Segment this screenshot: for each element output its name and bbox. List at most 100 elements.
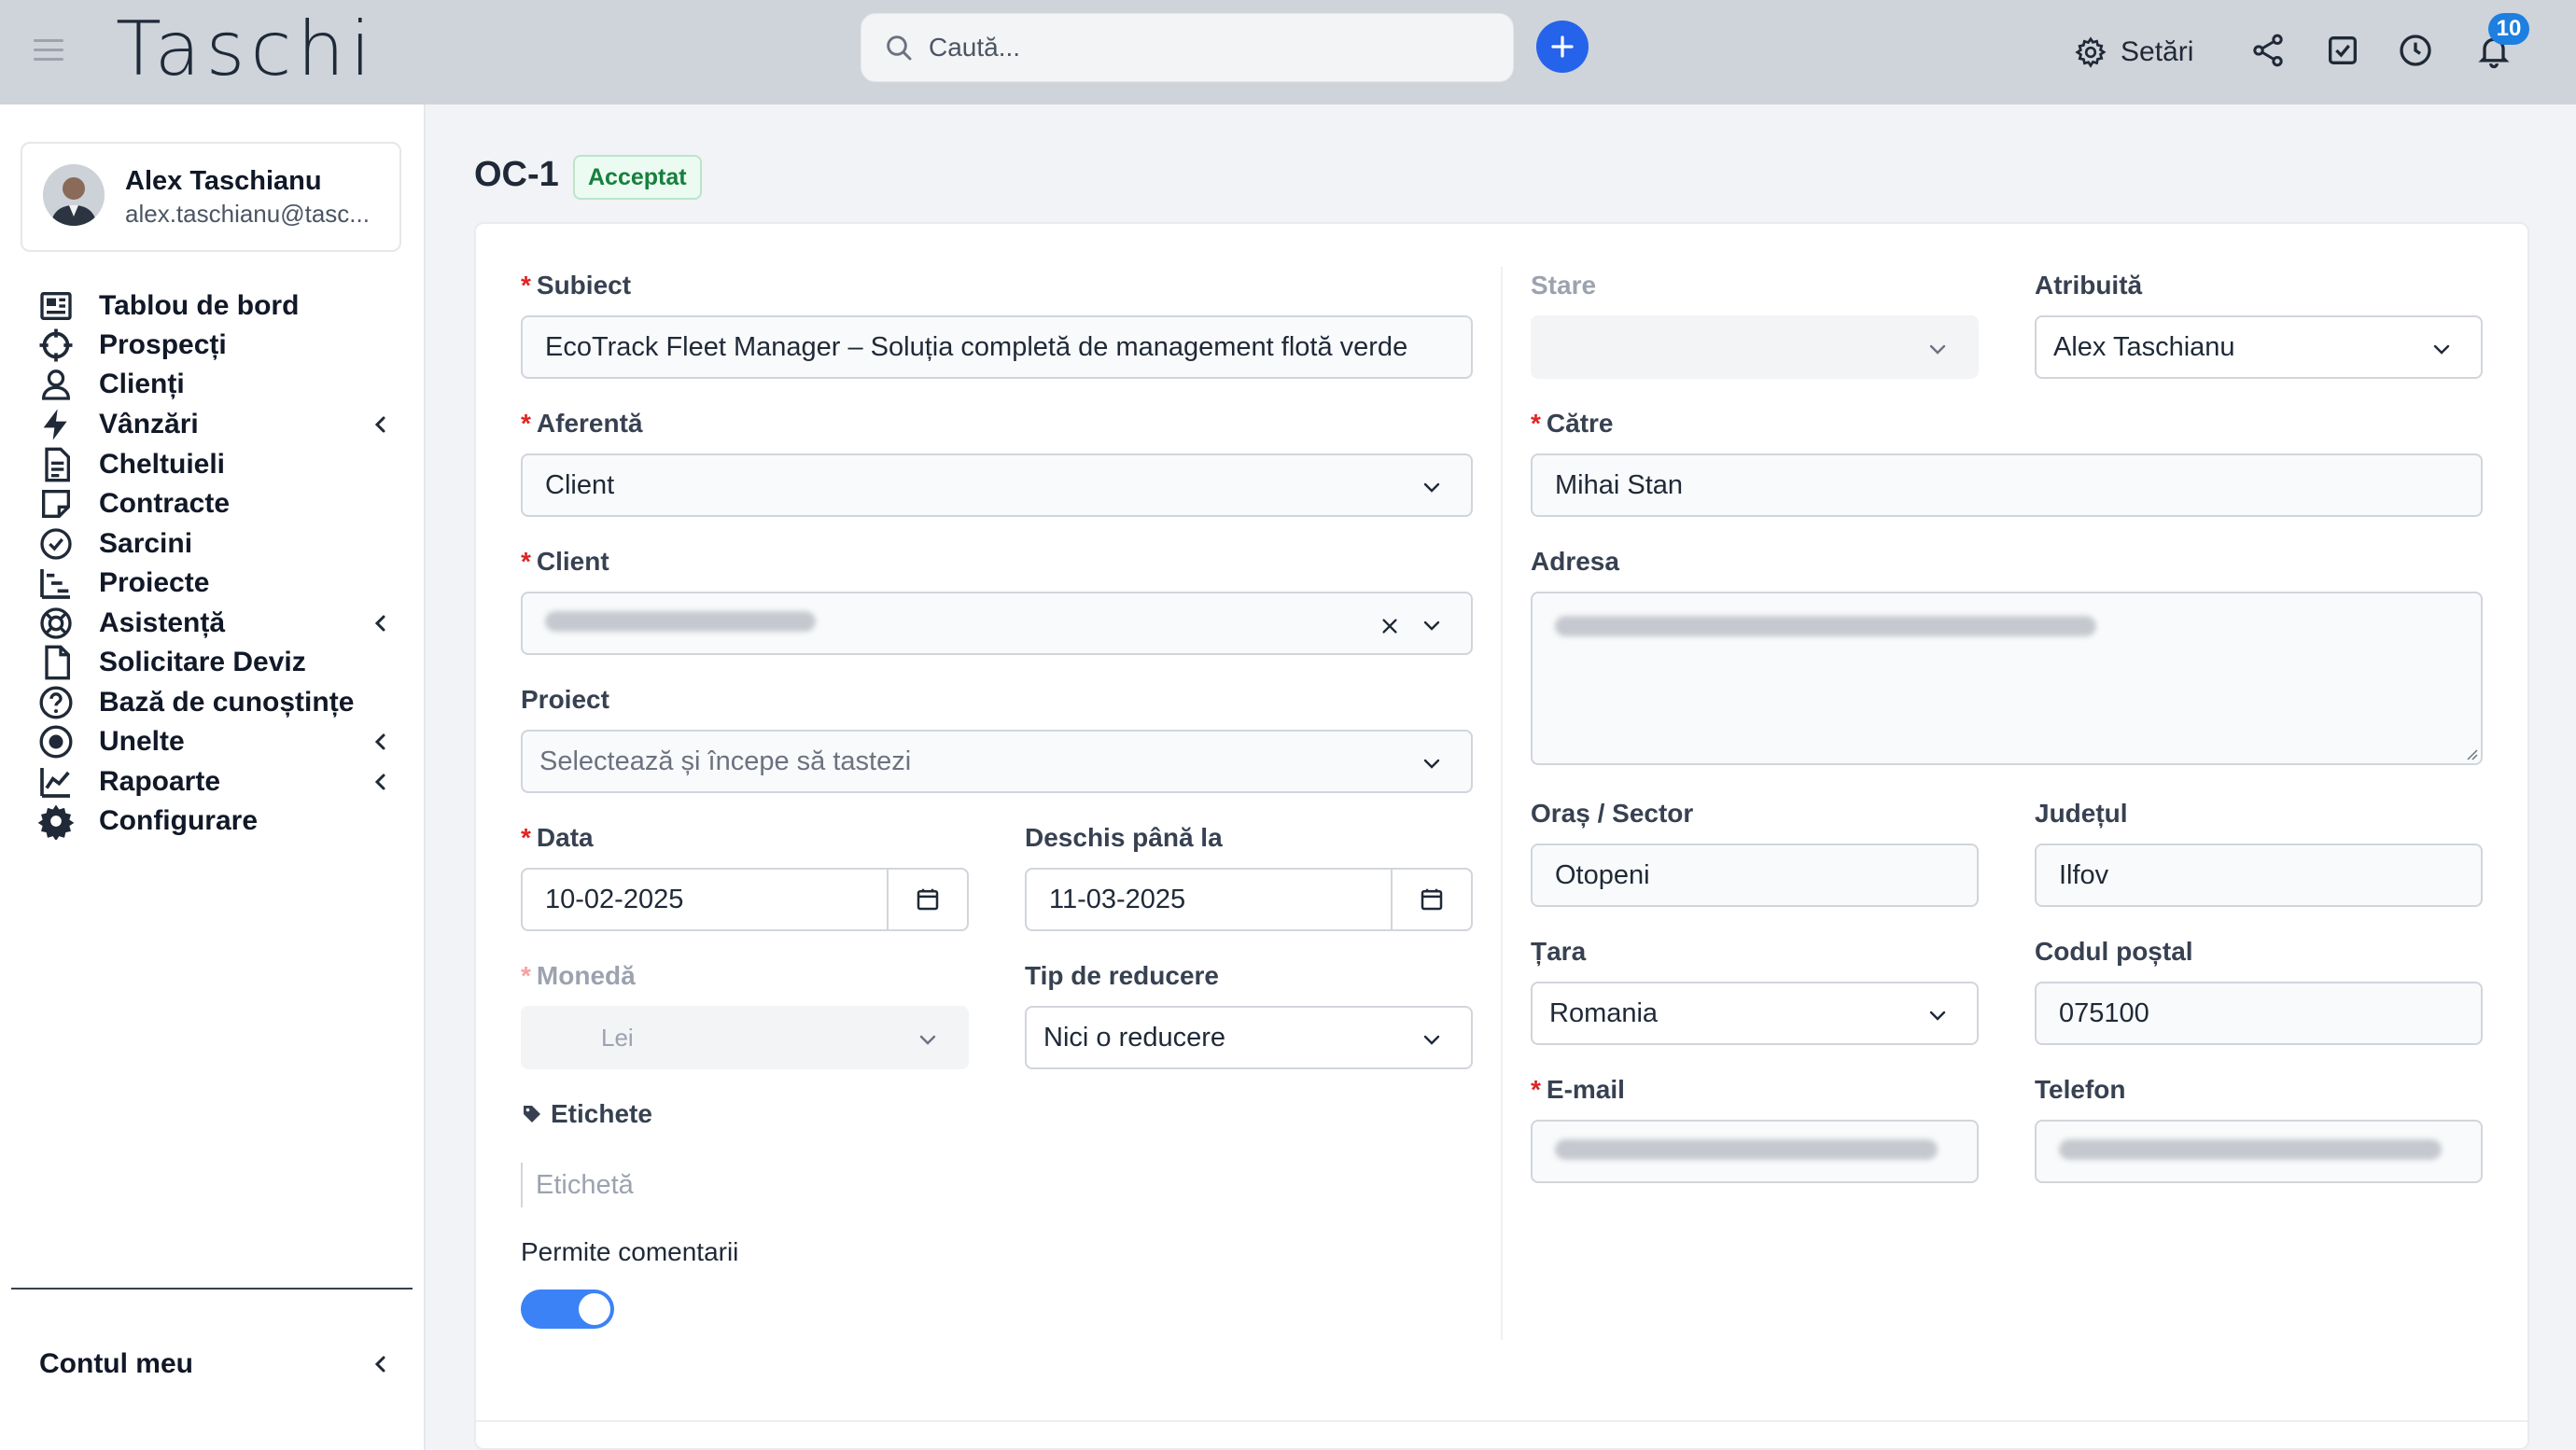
city-field[interactable]: Otopeni xyxy=(1531,844,1979,907)
city-label: Oraș / Sector xyxy=(1531,799,1694,828)
calendar-icon xyxy=(1421,888,1443,911)
open-till-field[interactable]: 11-03-2025 xyxy=(1025,868,1473,931)
to-label: * Către xyxy=(1531,409,1614,438)
assigned-value: Alex Taschianu xyxy=(2053,331,2235,362)
sidebar: Alex Taschianu alex.taschianu@tasc... Ta… xyxy=(0,105,426,1450)
state-field[interactable]: Ilfov xyxy=(2035,844,2483,907)
user-name: Alex Taschianu xyxy=(125,166,322,196)
country-select[interactable]: Romania xyxy=(1531,982,1979,1045)
chevron-left-icon xyxy=(374,615,385,632)
cog-icon xyxy=(37,804,75,840)
avatar xyxy=(43,164,105,226)
chevron-left-icon xyxy=(374,1356,385,1373)
status-select xyxy=(1531,315,1979,379)
discount-type-value: Nici o reducere xyxy=(1043,1022,1226,1053)
chevron-left-icon xyxy=(374,774,385,790)
client-value-redacted xyxy=(545,608,816,639)
state-label: Județul xyxy=(2035,799,2128,828)
search-icon xyxy=(887,35,912,61)
project-label: Proiect xyxy=(521,685,609,714)
project-placeholder: Selectează și începe să tastezi xyxy=(539,746,912,776)
project-select[interactable]: Selectează și începe să tastezi xyxy=(521,730,1473,793)
clock-icon[interactable] xyxy=(2397,32,2434,69)
open-till-value: 11-03-2025 xyxy=(1049,884,1186,914)
quick-create-button[interactable] xyxy=(1536,21,1589,73)
share-icon[interactable] xyxy=(2249,32,2287,69)
phone-field[interactable] xyxy=(2035,1120,2483,1183)
country-label: Țara xyxy=(1531,937,1587,966)
zip-value: 075100 xyxy=(2059,997,2149,1028)
assigned-select[interactable]: Alex Taschianu xyxy=(2035,315,2483,379)
tags-label: Etichete xyxy=(521,1099,652,1129)
date-field[interactable]: 10-02-2025 xyxy=(521,868,969,931)
tags-input[interactable]: Etichetă xyxy=(521,1163,894,1207)
chevron-left-icon xyxy=(374,733,385,750)
chevron-down-icon xyxy=(1423,620,1440,631)
chevron-down-icon xyxy=(1423,759,1440,769)
resize-handle-icon[interactable] xyxy=(2464,746,2479,761)
tag-icon xyxy=(524,1106,540,1122)
address-textarea[interactable] xyxy=(1531,592,2483,765)
date-value: 10-02-2025 xyxy=(545,884,684,914)
email-field[interactable] xyxy=(1531,1120,1979,1183)
sidebar-item-account[interactable]: Contul meu xyxy=(0,1334,426,1394)
gear-icon xyxy=(2075,36,2107,68)
chevron-down-icon xyxy=(1423,1035,1440,1045)
chevron-down-icon xyxy=(919,1035,936,1045)
allow-comments-label: Permite comentarii xyxy=(521,1237,739,1266)
chevron-down-icon xyxy=(1929,1011,1946,1021)
user-card[interactable]: Alex Taschianu alex.taschianu@tasc... xyxy=(21,142,401,252)
clear-icon[interactable] xyxy=(1379,616,1400,636)
plus-icon xyxy=(1551,35,1574,58)
currency-value: Lei xyxy=(601,1023,634,1052)
country-value: Romania xyxy=(1549,997,1659,1028)
phone-label: Telefon xyxy=(2035,1075,2126,1104)
chevron-down-icon xyxy=(1929,344,1946,355)
subject-label: * Subiect xyxy=(521,271,632,300)
menu-icon[interactable] xyxy=(34,39,63,63)
calendar-icon xyxy=(917,888,939,911)
subject-field[interactable]: EcoTrack Fleet Manager – Soluția complet… xyxy=(521,315,1473,379)
to-value: Mihai Stan xyxy=(1555,469,1684,500)
sidebar-divider xyxy=(11,1288,413,1290)
status-label: Stare xyxy=(1531,271,1597,300)
email-value-redacted xyxy=(1555,1136,1938,1167)
top-bar: Taschi Setări 10 xyxy=(0,0,2576,105)
toggle-knob xyxy=(579,1293,610,1325)
sidebar-item-label: Configurare xyxy=(99,805,259,836)
status-badge: Acceptat xyxy=(573,155,702,200)
subject-value: EcoTrack Fleet Manager – Soluția complet… xyxy=(545,331,1408,362)
to-field[interactable]: Mihai Stan xyxy=(1531,453,2483,517)
notifications-badge[interactable]: 10 xyxy=(2488,13,2529,45)
zip-field[interactable]: 075100 xyxy=(2035,982,2483,1045)
discount-type-select[interactable]: Nici o reducere xyxy=(1025,1006,1473,1069)
related-label: * Aferentă xyxy=(521,409,643,438)
date-picker-button[interactable] xyxy=(887,870,967,929)
allow-comments-toggle[interactable] xyxy=(521,1290,614,1329)
state-value: Ilfov xyxy=(2059,859,2109,890)
related-select[interactable]: Client xyxy=(521,453,1473,517)
task-check-icon[interactable] xyxy=(2324,32,2361,69)
proposal-form-panel: * Subiect EcoTrack Fleet Manager – Soluți… xyxy=(474,222,2529,1450)
app-logo[interactable]: Taschi xyxy=(116,6,376,92)
search-input[interactable] xyxy=(929,14,1489,81)
settings-button[interactable]: Setări xyxy=(2074,32,2193,73)
search-box[interactable] xyxy=(861,13,1514,82)
sidebar-item-configurare[interactable]: Configurare xyxy=(0,791,426,851)
client-select[interactable] xyxy=(521,592,1473,655)
sidebar-item-label: Contul meu xyxy=(39,1348,193,1379)
phone-value-redacted xyxy=(2059,1136,2442,1167)
page-title: OC-1 xyxy=(474,155,559,194)
date-label: * Data xyxy=(521,823,594,852)
chevron-left-icon xyxy=(374,416,385,433)
discount-type-label: Tip de reducere xyxy=(1025,961,1220,990)
column-divider xyxy=(1501,267,1503,1340)
currency-label: * Monedă xyxy=(521,961,636,990)
zip-label: Codul poștal xyxy=(2035,937,2193,966)
address-value-redacted xyxy=(1555,616,2096,641)
date-picker-button[interactable] xyxy=(1391,870,1471,929)
currency-select: Lei xyxy=(521,1006,969,1069)
email-label: * E-mail xyxy=(1531,1075,1625,1104)
assigned-label: Atribuită xyxy=(2035,271,2143,300)
open-till-label: Deschis până la xyxy=(1025,823,1223,852)
